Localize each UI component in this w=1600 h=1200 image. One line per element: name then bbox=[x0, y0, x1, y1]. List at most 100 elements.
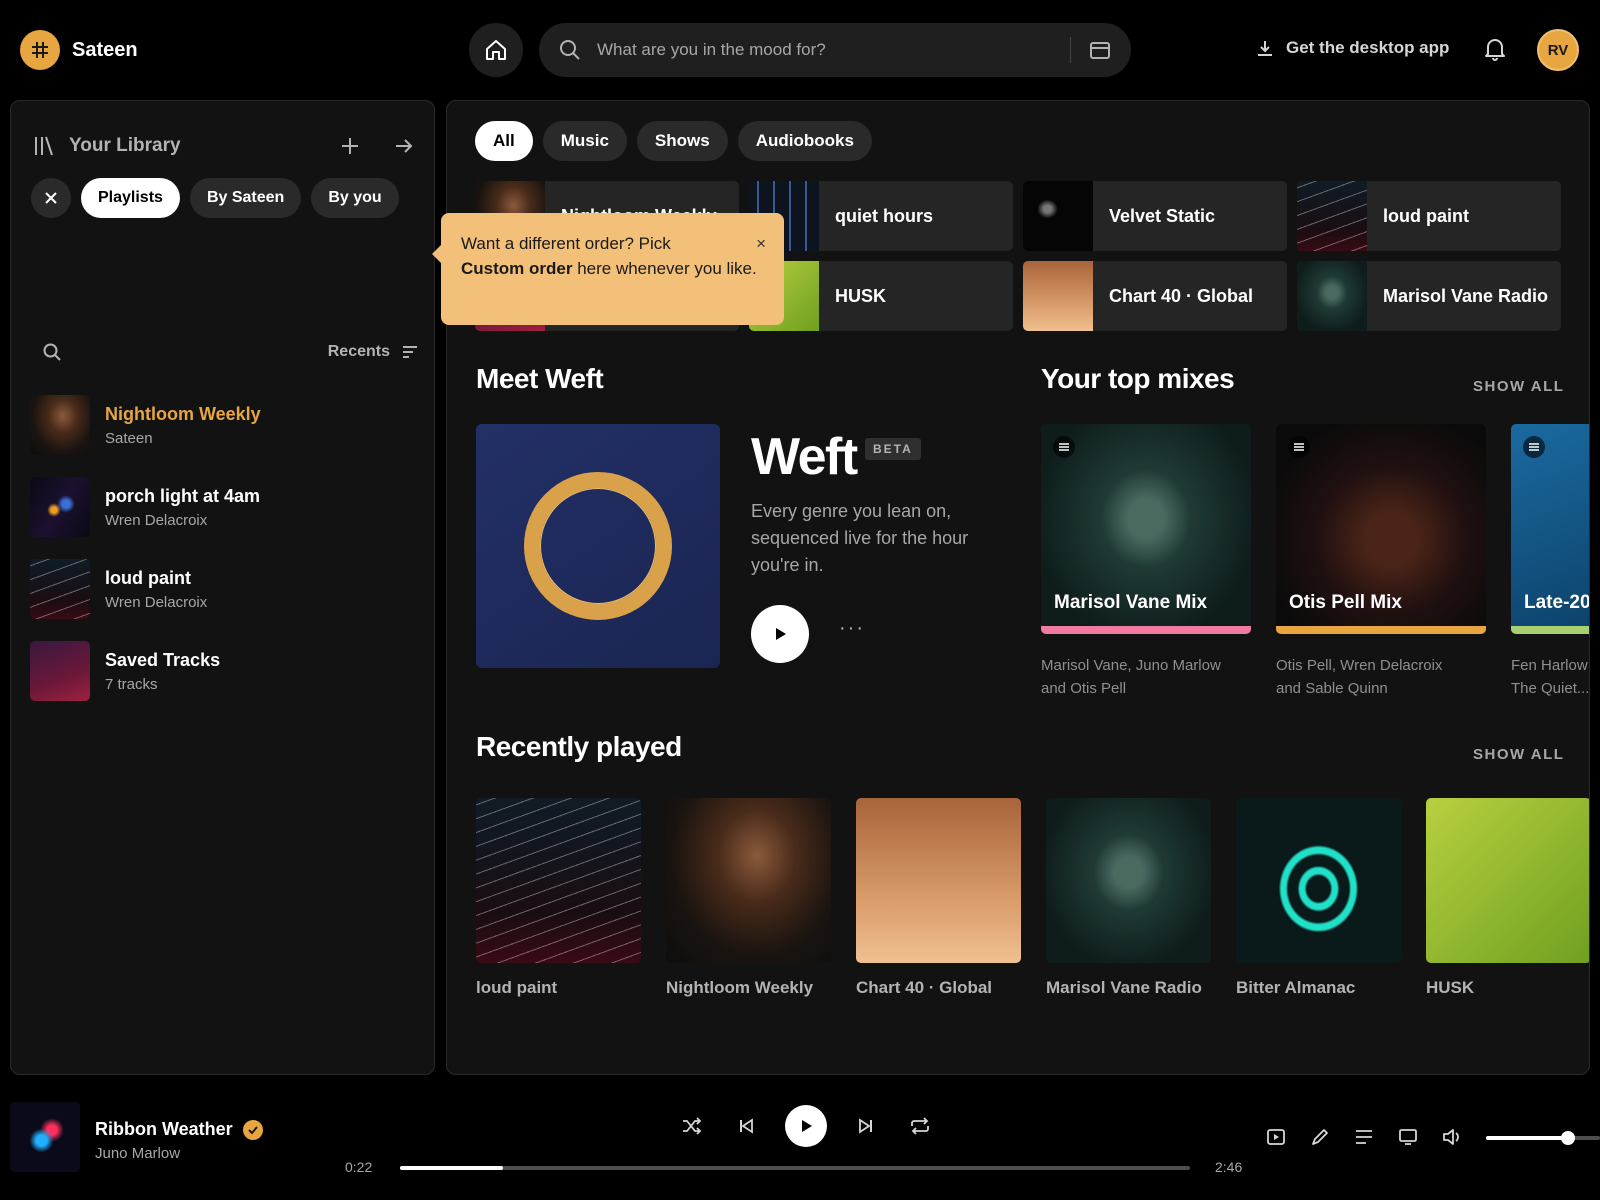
mix-cover: Marisol Vane Mix bbox=[1041, 424, 1251, 634]
quick-access-item[interactable]: Chart 40 · Global bbox=[1023, 261, 1287, 331]
filter-all[interactable]: All bbox=[475, 121, 533, 161]
top-mixes-show-all[interactable]: SHOW ALL bbox=[1473, 378, 1564, 395]
weft-more-button[interactable]: ··· bbox=[839, 617, 865, 640]
tooltip-text-1: Want a different order? Pick bbox=[461, 234, 671, 253]
mix-title: Otis Pell Mix bbox=[1289, 592, 1402, 613]
weft-ring-icon bbox=[524, 472, 672, 620]
sort-recents-button[interactable]: Recents bbox=[328, 343, 418, 361]
library-title[interactable]: Your Library bbox=[69, 135, 181, 157]
weft-play-button[interactable] bbox=[751, 605, 809, 663]
chip-by-you[interactable]: By you bbox=[311, 178, 399, 218]
quick-access-title: Marisol Vane Radio bbox=[1383, 285, 1549, 306]
tooltip-close-button[interactable]: × bbox=[756, 231, 766, 256]
tooltip-text-2: here whenever you like. bbox=[572, 259, 757, 278]
list-item-subtitle: Sateen bbox=[105, 429, 153, 447]
library-icon[interactable] bbox=[33, 135, 55, 157]
skip-forward-icon bbox=[859, 1118, 872, 1134]
elapsed-time: 0:22 bbox=[345, 1159, 373, 1175]
search-bar[interactable] bbox=[539, 23, 1131, 77]
list-item[interactable]: porch light at 4am Wren Delacroix bbox=[29, 476, 419, 538]
recent-title: Chart 40 · Global bbox=[856, 978, 993, 997]
list-item[interactable]: Nightloom Weekly Sateen bbox=[29, 394, 419, 456]
brand[interactable]: Sateen bbox=[20, 30, 138, 70]
list-item-title: loud paint bbox=[105, 567, 191, 588]
search-icon bbox=[560, 40, 580, 60]
quick-access-title: Chart 40 · Global bbox=[1109, 285, 1254, 306]
quick-access-title: loud paint bbox=[1383, 205, 1469, 226]
play-button[interactable] bbox=[785, 1105, 827, 1147]
playback-controls bbox=[665, 1105, 947, 1147]
quick-access-item[interactable]: Marisol Vane Radio bbox=[1297, 261, 1561, 331]
previous-button[interactable] bbox=[719, 1105, 773, 1147]
recent-card[interactable]: HUSK bbox=[1426, 798, 1589, 998]
get-desktop-app-link[interactable]: Get the desktop app bbox=[1256, 38, 1449, 58]
quick-access-title: quiet hours bbox=[835, 205, 933, 226]
volume-icon[interactable] bbox=[1442, 1128, 1462, 1146]
recent-card[interactable]: Bitter Almanac bbox=[1236, 798, 1401, 998]
skip-back-icon bbox=[740, 1118, 753, 1134]
top-bar: Sateen Get the desktop app RV bbox=[0, 0, 1600, 100]
tooltip-bold: Custom order bbox=[461, 259, 573, 278]
clear-filter-button[interactable] bbox=[31, 178, 71, 218]
sort-label: Recents bbox=[327, 343, 390, 360]
recent-card[interactable]: Chart 40 · Global bbox=[856, 798, 1021, 998]
devices-icon[interactable] bbox=[1398, 1128, 1418, 1146]
now-playing-title-row: Ribbon Weather bbox=[95, 1119, 263, 1140]
quick-access-item[interactable]: HUSK bbox=[749, 261, 1013, 331]
filter-shows[interactable]: Shows bbox=[636, 121, 728, 161]
arrow-right-icon[interactable] bbox=[394, 136, 414, 156]
search-input[interactable] bbox=[597, 40, 1052, 60]
filter-audiobooks[interactable]: Audiobooks bbox=[737, 121, 872, 161]
progress-bar[interactable] bbox=[400, 1166, 1190, 1170]
mix-artists: Marisol Vane, Juno Marlow and Otis Pell bbox=[1041, 657, 1221, 697]
list-item-subtitle: Wren Delacroix bbox=[105, 593, 208, 611]
list-item-title: porch light at 4am bbox=[105, 485, 261, 506]
mix-title: Marisol Vane Mix bbox=[1054, 592, 1208, 613]
recent-card[interactable]: loud paint bbox=[476, 798, 641, 998]
now-playing-view-icon[interactable] bbox=[1266, 1128, 1286, 1146]
repeat-icon bbox=[911, 1117, 929, 1135]
recent-card[interactable]: Nightloom Weekly bbox=[666, 798, 831, 998]
list-icon bbox=[1288, 436, 1310, 458]
weft-cover[interactable] bbox=[476, 424, 720, 668]
next-button[interactable] bbox=[839, 1105, 893, 1147]
chip-by-sateen[interactable]: By Sateen bbox=[189, 178, 302, 218]
now-playing-title[interactable]: Ribbon Weather bbox=[95, 1119, 233, 1140]
repeat-button[interactable] bbox=[893, 1105, 947, 1147]
list-item[interactable]: loud paint Wren Delacroix bbox=[29, 558, 419, 620]
recent-card[interactable]: Marisol Vane Radio bbox=[1046, 798, 1211, 998]
lyrics-icon[interactable] bbox=[1310, 1127, 1330, 1147]
recently-played-show-all[interactable]: SHOW ALL bbox=[1473, 746, 1564, 763]
list-item[interactable]: Saved Tracks 7 tracks bbox=[29, 640, 419, 702]
search-icon[interactable] bbox=[43, 343, 61, 361]
quick-access-item[interactable]: quiet hours bbox=[749, 181, 1013, 251]
chip-playlists[interactable]: Playlists bbox=[81, 178, 180, 218]
queue-icon[interactable] bbox=[1354, 1129, 1374, 1145]
recent-title: Bitter Almanac bbox=[1236, 978, 1356, 997]
shuffle-button[interactable] bbox=[665, 1105, 719, 1147]
volume-knob[interactable] bbox=[1561, 1131, 1576, 1145]
quick-access-item[interactable]: loud paint bbox=[1297, 181, 1561, 251]
mix-cover: Otis Pell Mix bbox=[1276, 424, 1486, 634]
filter-music[interactable]: Music bbox=[542, 121, 627, 161]
now-playing-artist[interactable]: Juno Marlow bbox=[95, 1145, 180, 1162]
volume-slider[interactable] bbox=[1486, 1131, 1600, 1145]
list-item-title: Saved Tracks bbox=[105, 649, 221, 670]
quick-access-item[interactable]: Velvet Static bbox=[1023, 181, 1287, 251]
play-icon bbox=[776, 628, 786, 640]
mix-card[interactable]: Otis Pell Mix Otis Pell, Wren Delacroix a… bbox=[1276, 424, 1486, 700]
notifications-button[interactable] bbox=[1484, 37, 1506, 66]
playlist-cover bbox=[30, 559, 90, 619]
avatar[interactable]: RV bbox=[1537, 29, 1579, 71]
library-list: Nightloom Weekly Sateen porch light at 4a… bbox=[29, 394, 419, 722]
list-item-subtitle: 7 tracks bbox=[105, 675, 158, 693]
list-icon bbox=[1523, 436, 1545, 458]
list-item-title: Nightloom Weekly bbox=[105, 403, 261, 424]
plus-icon[interactable] bbox=[340, 136, 360, 156]
home-button[interactable] bbox=[469, 23, 523, 77]
mix-card[interactable]: Marisol Vane Mix Marisol Vane, Juno Marl… bbox=[1041, 424, 1251, 700]
mix-card[interactable]: Late-20 Fen Harlow The Quiet... bbox=[1511, 424, 1589, 700]
now-playing-cover[interactable] bbox=[10, 1102, 80, 1172]
browse-icon[interactable] bbox=[1089, 39, 1111, 61]
saved-check-icon[interactable] bbox=[242, 1119, 263, 1140]
